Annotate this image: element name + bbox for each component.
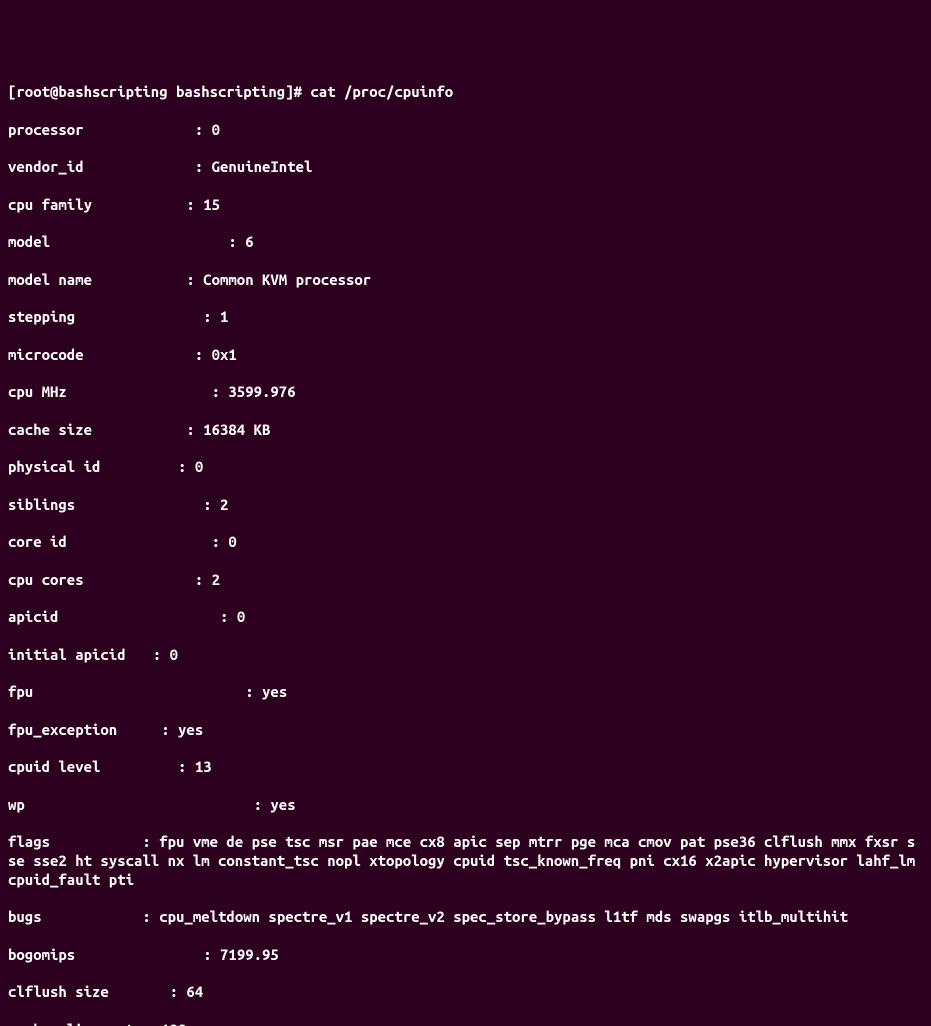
field-key: clflush size	[8, 983, 136, 1002]
field-value: 64	[186, 983, 203, 1002]
field-key: core id	[8, 533, 136, 552]
cpuinfo-cpu-cores: cpu cores : 2	[8, 571, 923, 590]
field-value: yes	[178, 721, 203, 740]
shell-command: cat /proc/cpuinfo	[310, 83, 453, 102]
field-value: 2	[220, 496, 228, 515]
field-sep: :	[136, 571, 212, 590]
field-value: 0	[170, 646, 178, 665]
field-key: flags	[8, 833, 50, 850]
field-sep: :	[136, 346, 212, 365]
cpuinfo-cpu-mhz: cpu MHz : 3599.976	[8, 383, 923, 402]
cpuinfo-apicid: apicid : 0	[8, 608, 923, 627]
cpuinfo-stepping: stepping : 1	[8, 308, 923, 327]
field-value: 0	[237, 608, 245, 627]
cpuinfo-microcode: microcode : 0x1	[8, 346, 923, 365]
field-value: 15	[203, 196, 220, 215]
cpuinfo-bogomips: bogomips : 7199.95	[8, 946, 923, 965]
field-key: model	[8, 233, 136, 252]
cpuinfo-model-name: model name : Common KVM processor	[8, 271, 923, 290]
cpuinfo-clflush-size: clflush size : 64	[8, 983, 923, 1002]
cpuinfo-wp: wp : yes	[8, 796, 923, 815]
field-sep: :	[136, 983, 186, 1002]
field-key: physical id	[8, 458, 136, 477]
field-value: 0	[228, 533, 236, 552]
field-value: Common KVM processor	[203, 271, 371, 290]
cpuinfo-flags: flags : fpu vme de pse tsc msr pae mce c…	[8, 833, 923, 889]
shell-prompt-line[interactable]: [root@bashscripting bashscripting]# cat …	[8, 83, 923, 102]
field-sep: :	[136, 796, 270, 815]
field-key: fpu	[8, 683, 136, 702]
field-sep: :	[136, 758, 195, 777]
field-sep: :	[136, 683, 262, 702]
field-sep: :	[136, 646, 170, 665]
field-value: 128	[161, 1021, 186, 1026]
field-key: bugs	[8, 908, 42, 925]
field-sep: :	[136, 496, 220, 515]
cpuinfo-model: model : 6	[8, 233, 923, 252]
field-value: cpu_meltdown spectre_v1 spectre_v2 spec_…	[159, 908, 848, 925]
field-key: initial apicid	[8, 646, 136, 665]
field-key: model name	[8, 271, 136, 290]
field-sep: :	[42, 908, 160, 925]
field-sep: :	[50, 833, 159, 850]
field-key: cpu family	[8, 196, 136, 215]
cpuinfo-fpu: fpu : yes	[8, 683, 923, 702]
field-sep: :	[136, 121, 212, 140]
field-value: 16384 KB	[203, 421, 270, 440]
cpuinfo-core-id: core id : 0	[8, 533, 923, 552]
cpuinfo-processor: processor : 0	[8, 121, 923, 140]
cpuinfo-cpu-family: cpu family : 15	[8, 196, 923, 215]
field-value: 1	[220, 308, 228, 327]
cpuinfo-initial-apicid: initial apicid : 0	[8, 646, 923, 665]
field-value: GenuineIntel	[212, 158, 313, 177]
field-sep: :	[136, 458, 195, 477]
field-key: cpu MHz	[8, 383, 136, 402]
shell-prompt: [root@bashscripting bashscripting]#	[8, 83, 310, 102]
field-sep: :	[136, 233, 245, 252]
field-key: fpu_exception	[8, 721, 136, 740]
field-value: yes	[270, 796, 295, 815]
cpuinfo-cache-alignment: cache_alignment : 128	[8, 1021, 923, 1026]
field-sep: :	[136, 946, 220, 965]
field-sep: :	[136, 533, 228, 552]
field-key: cache_alignment	[8, 1021, 136, 1026]
field-key: stepping	[8, 308, 136, 327]
field-sep: :	[136, 158, 212, 177]
cpuinfo-bugs: bugs : cpu_meltdown spectre_v1 spectre_v…	[8, 908, 923, 927]
field-value: 13	[195, 758, 212, 777]
field-key: microcode	[8, 346, 136, 365]
field-sep: :	[136, 308, 220, 327]
field-key: vendor_id	[8, 158, 136, 177]
field-value: 6	[245, 233, 253, 252]
field-key: wp	[8, 796, 136, 815]
field-sep: :	[136, 421, 203, 440]
cpuinfo-cpuid-level: cpuid level : 13	[8, 758, 923, 777]
field-value: 0x1	[212, 346, 237, 365]
field-key: cpu cores	[8, 571, 136, 590]
field-value: 0	[212, 121, 220, 140]
cpuinfo-physical-id: physical id : 0	[8, 458, 923, 477]
field-key: siblings	[8, 496, 136, 515]
field-sep: :	[136, 196, 203, 215]
cpuinfo-vendor-id: vendor_id : GenuineIntel	[8, 158, 923, 177]
field-key: cpuid level	[8, 758, 136, 777]
field-value: 7199.95	[220, 946, 279, 965]
field-value: 2	[212, 571, 220, 590]
field-sep: :	[136, 383, 228, 402]
field-value: 3599.976	[228, 383, 295, 402]
field-value: yes	[262, 683, 287, 702]
field-key: apicid	[8, 608, 136, 627]
field-key: processor	[8, 121, 136, 140]
field-key: cache size	[8, 421, 136, 440]
cpuinfo-fpu-exception: fpu_exception : yes	[8, 721, 923, 740]
field-sep: :	[136, 1021, 161, 1026]
field-sep: :	[136, 721, 178, 740]
field-sep: :	[136, 271, 203, 290]
field-value: 0	[195, 458, 203, 477]
cpuinfo-cache-size: cache size : 16384 KB	[8, 421, 923, 440]
field-sep: :	[136, 608, 237, 627]
cpuinfo-siblings: siblings : 2	[8, 496, 923, 515]
field-key: bogomips	[8, 946, 136, 965]
